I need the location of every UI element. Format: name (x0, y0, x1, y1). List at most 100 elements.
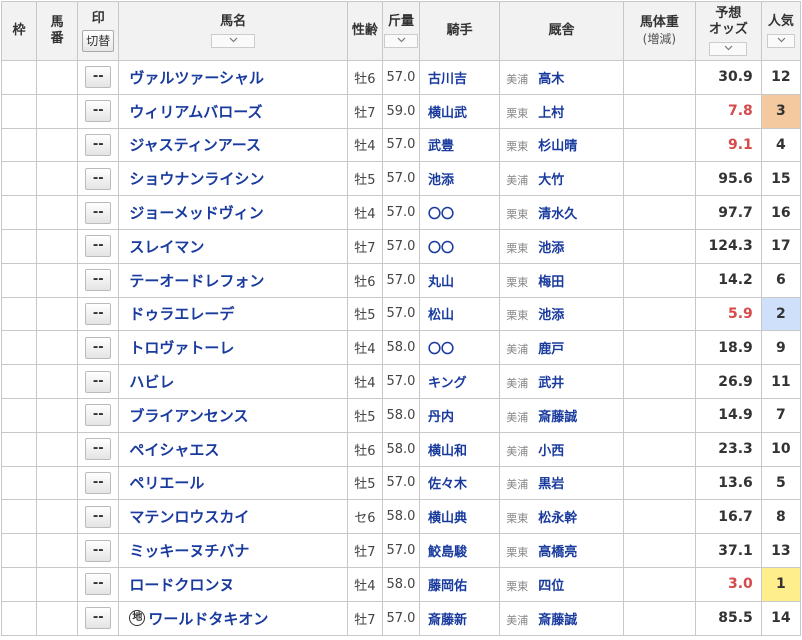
trainer-link[interactable]: 池添 (538, 308, 564, 323)
jockey-link[interactable]: 佐々木 (418, 465, 501, 501)
mark-select-button[interactable]: -- (85, 336, 112, 359)
popularity-cell: 17 (760, 228, 802, 264)
mark-select-button[interactable]: -- (85, 66, 112, 89)
mark-cell: -- (77, 296, 120, 332)
sort-weight-button[interactable] (383, 34, 418, 48)
body-weight-cell (622, 296, 696, 332)
horse-name-link[interactable]: ウィリアムバローズ (120, 101, 262, 122)
horse-name-link[interactable]: ペリエール (120, 472, 204, 493)
umaban-cell (35, 397, 79, 433)
jockey-link[interactable]: 丹内 (418, 397, 501, 433)
trainer-link[interactable]: 四位 (538, 579, 564, 594)
horse-name-link[interactable]: ヴァルツァーシャル (120, 67, 264, 88)
jockey-link[interactable]: 池添 (418, 161, 501, 197)
mark-select-button[interactable]: -- (85, 302, 112, 325)
mark-toggle-button[interactable]: 切替 (82, 29, 115, 52)
mark-select-button[interactable]: -- (85, 370, 112, 393)
trainer-link[interactable]: 清水久 (538, 207, 577, 222)
umaban-cell (35, 600, 79, 636)
table-row: -- ジャスティンアース 牡4 57.0 武豊 栗東 杉山晴 9.1 4 (1, 127, 802, 163)
popularity-cell: 14 (760, 600, 802, 636)
mark-select-button[interactable]: -- (85, 539, 112, 562)
horse-name-link[interactable]: ドゥラエレーデ (120, 303, 234, 324)
horse-name-link[interactable]: ショウナンライシン (120, 168, 264, 189)
mark-select-button[interactable]: -- (85, 471, 112, 494)
jockey-link[interactable]: 古川吉 (418, 60, 501, 95)
horse-name-link[interactable]: トロヴァトーレ (120, 337, 234, 358)
mark-select-button[interactable]: -- (85, 505, 112, 528)
sort-popularity-button[interactable] (766, 34, 795, 48)
horse-name-link[interactable]: マテンロウスカイ (120, 506, 249, 527)
header-odds[interactable]: 予想 オッズ (694, 1, 762, 61)
trainer-link[interactable]: 鹿戸 (538, 342, 564, 357)
jockey-link[interactable]: 横山典 (418, 499, 501, 535)
jockey-link[interactable]: 松山 (418, 296, 501, 332)
weight-cell: 58.0 (381, 330, 420, 366)
mark-cell: -- (77, 161, 120, 197)
trainer-link[interactable]: 杉山晴 (538, 139, 577, 154)
sex-age-cell: 牡5 (346, 397, 383, 433)
jockey-link[interactable]: 〇〇 (418, 228, 501, 264)
body-weight-cell (622, 330, 696, 366)
header-waku: 枠 (1, 1, 37, 61)
horse-name-link[interactable]: ジャスティンアース (120, 134, 261, 155)
trainer-link[interactable]: 小西 (538, 444, 564, 459)
jockey-link[interactable]: 横山武 (418, 93, 501, 129)
mark-select-button[interactable]: -- (85, 607, 112, 630)
trainer-link[interactable]: 高橋亮 (538, 545, 577, 560)
mark-cell: -- (77, 397, 120, 433)
trainer-link[interactable]: 高木 (538, 72, 564, 87)
jockey-link[interactable]: 斎藤新 (418, 600, 501, 636)
stable-area: 美浦 (506, 72, 529, 86)
horse-name-link[interactable]: テーオードレフォン (120, 270, 264, 291)
popularity-cell: 11 (760, 364, 802, 399)
horse-name-link[interactable]: ミッキーヌチバナ (120, 540, 249, 561)
header-name[interactable]: 馬名 (118, 1, 348, 61)
jockey-link[interactable]: 〇〇 (418, 195, 501, 230)
mark-select-button[interactable]: -- (85, 133, 112, 156)
umaban-cell (35, 195, 79, 230)
waku-cell (1, 397, 37, 433)
mark-select-button[interactable]: -- (85, 404, 112, 427)
trainer-link[interactable]: 松永幹 (538, 511, 577, 526)
trainer-link[interactable]: 上村 (538, 106, 564, 121)
popularity-cell: 3 (760, 93, 802, 129)
stable-area: 美浦 (506, 343, 529, 357)
mark-select-button[interactable]: -- (85, 201, 112, 224)
header-weight[interactable]: 斤量 (381, 1, 420, 61)
trainer-link[interactable]: 黒岩 (538, 477, 564, 492)
sort-name-button[interactable] (211, 34, 256, 48)
jockey-link[interactable]: 〇〇 (418, 330, 501, 366)
stable-cell: 美浦 大竹 (499, 161, 624, 197)
trainer-link[interactable]: 斎藤誠 (538, 613, 577, 628)
horse-name-link[interactable]: ジョーメッドヴィン (120, 202, 263, 223)
mark-select-button[interactable]: -- (85, 573, 112, 596)
mark-select-button[interactable]: -- (85, 438, 112, 461)
sort-odds-button[interactable] (709, 42, 748, 56)
jockey-link[interactable]: 丸山 (418, 262, 501, 298)
header-stable: 厩舎 (499, 1, 624, 61)
mark-select-button[interactable]: -- (85, 100, 112, 123)
table-row: -- ハビレ 牡4 57.0 キング 美浦 武井 26.9 11 (1, 364, 802, 399)
horse-name-link[interactable]: ロードクロンヌ (120, 574, 234, 595)
trainer-link[interactable]: 池添 (538, 241, 564, 256)
trainer-link[interactable]: 大竹 (538, 173, 564, 188)
mark-select-button[interactable]: -- (85, 235, 112, 258)
horse-name-link[interactable]: ブライアンセンス (120, 405, 248, 426)
trainer-link[interactable]: 梅田 (538, 275, 564, 290)
horse-name-link[interactable]: 地ワールドタキオン (120, 608, 268, 629)
horse-name-link[interactable]: ハビレ (120, 371, 174, 392)
horse-name-link[interactable]: ペイシャエス (120, 439, 219, 460)
header-popularity[interactable]: 人気 (760, 1, 802, 61)
jockey-link[interactable]: 鮫島駿 (418, 533, 501, 568)
mark-select-button[interactable]: -- (85, 167, 112, 190)
mark-select-button[interactable]: -- (85, 269, 112, 292)
jockey-link[interactable]: 武豊 (418, 127, 501, 163)
jockey-link[interactable]: 横山和 (418, 431, 501, 467)
trainer-link[interactable]: 武井 (538, 376, 564, 391)
jockey-link[interactable]: 藤岡佑 (418, 566, 501, 602)
horse-name-link[interactable]: スレイマン (120, 236, 204, 257)
trainer-link[interactable]: 斎藤誠 (538, 410, 577, 425)
jockey-link[interactable]: キング (418, 364, 501, 399)
header-sex-age: 性齢 (346, 1, 383, 61)
